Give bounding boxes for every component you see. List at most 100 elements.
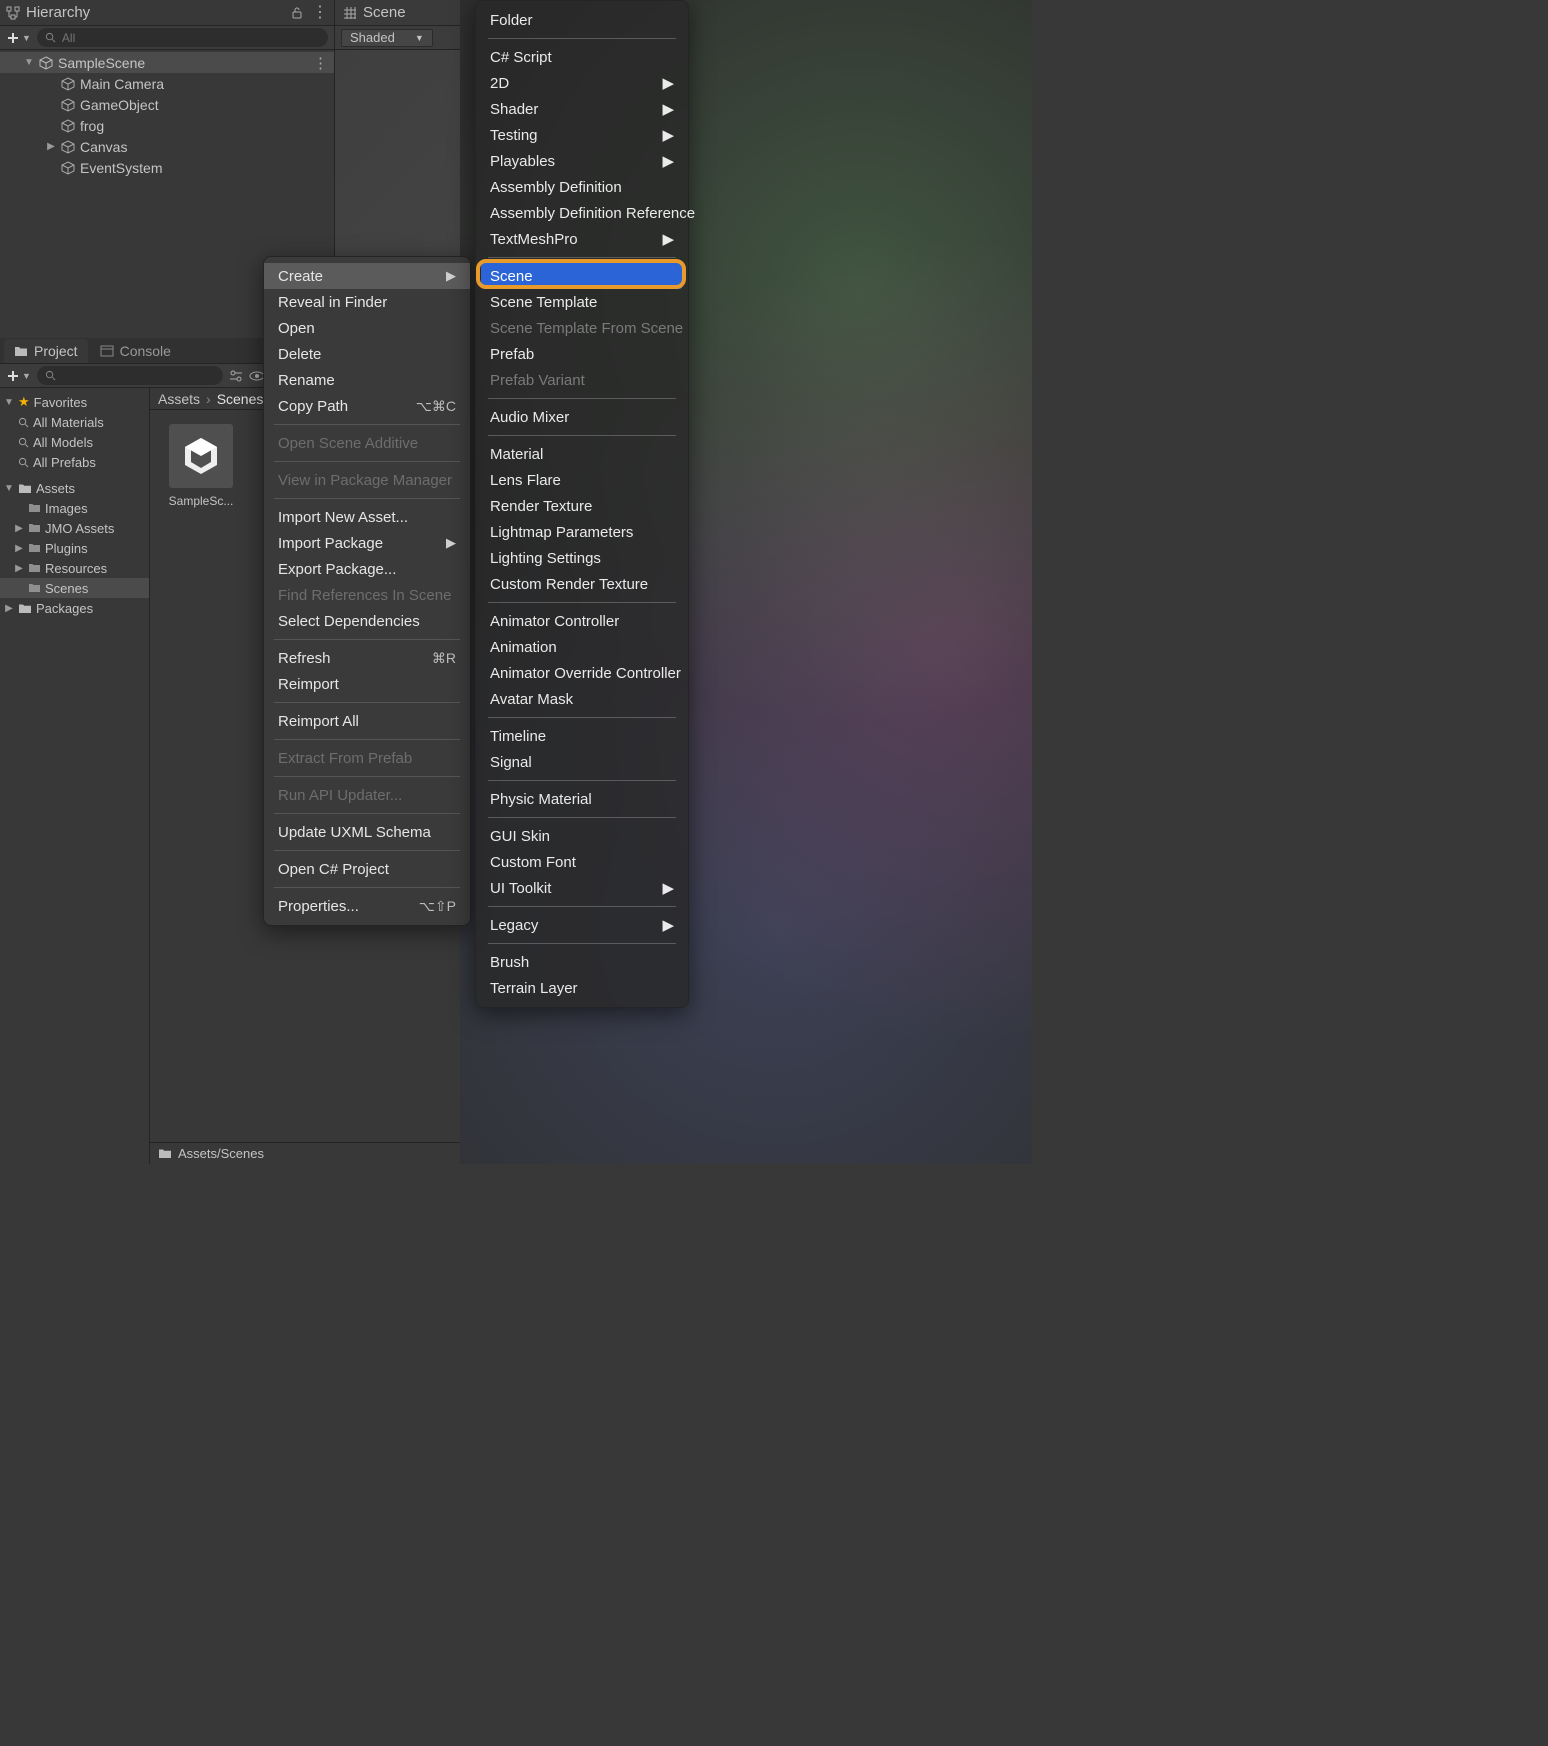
submenu-item[interactable]: Prefab	[476, 341, 688, 367]
menu-item[interactable]: Reimport All	[264, 708, 470, 734]
hierarchy-search[interactable]	[37, 28, 328, 47]
favorite-item[interactable]: All Models	[0, 432, 149, 452]
shading-mode-label: Shaded	[350, 30, 395, 45]
project-add-button[interactable]: ▼	[6, 369, 31, 383]
expand-caret-icon[interactable]: ▶	[14, 523, 24, 534]
favorites-row[interactable]: ▼ ★ Favorites	[0, 392, 149, 412]
submenu-item-label: Testing	[490, 127, 538, 144]
submenu-item[interactable]: Material	[476, 441, 688, 467]
menu-item[interactable]: Rename	[264, 367, 470, 393]
submenu-item-label: GUI Skin	[490, 828, 550, 845]
asset-folder-item[interactable]: Scenes	[0, 578, 149, 598]
expand-caret-icon[interactable]: ▼	[4, 483, 14, 494]
menu-item[interactable]: Properties...⌥⇧P	[264, 893, 470, 919]
submenu-item[interactable]: UI Toolkit▶	[476, 875, 688, 901]
submenu-item[interactable]: Animator Controller	[476, 608, 688, 634]
submenu-item[interactable]: Folder	[476, 7, 688, 33]
submenu-item[interactable]: Animation	[476, 634, 688, 660]
submenu-item[interactable]: Playables▶	[476, 148, 688, 174]
menu-item[interactable]: Update UXML Schema	[264, 819, 470, 845]
submenu-item[interactable]: Scene	[481, 263, 683, 289]
expand-caret-icon[interactable]: ▶	[14, 543, 24, 554]
project-search-input[interactable]	[62, 369, 215, 383]
submenu-item[interactable]: Render Texture	[476, 493, 688, 519]
submenu-item[interactable]: Brush	[476, 949, 688, 975]
submenu-item[interactable]: 2D▶	[476, 70, 688, 96]
hierarchy-toolbar: ▼	[0, 26, 334, 50]
submenu-item[interactable]: Scene Template	[476, 289, 688, 315]
asset-item-scene[interactable]: SampleSc...	[164, 424, 238, 508]
submenu-item[interactable]: Avatar Mask	[476, 686, 688, 712]
expand-caret-icon[interactable]: ▶	[14, 563, 24, 574]
favorite-item[interactable]: All Prefabs	[0, 452, 149, 472]
chevron-right-icon: ▶	[662, 152, 674, 170]
project-search[interactable]	[37, 366, 223, 385]
hierarchy-item[interactable]: ▶Canvas	[0, 136, 334, 157]
submenu-item[interactable]: C# Script	[476, 44, 688, 70]
menu-item[interactable]: Open	[264, 315, 470, 341]
breadcrumb-root[interactable]: Assets	[158, 391, 200, 407]
hierarchy-search-input[interactable]	[62, 31, 320, 45]
menu-item[interactable]: Import Package▶	[264, 530, 470, 556]
tab-console[interactable]: Console	[90, 339, 181, 363]
expand-caret-icon[interactable]: ▼	[24, 57, 34, 68]
separator	[488, 602, 676, 603]
asset-folder-item[interactable]: ▶JMO Assets	[0, 518, 149, 538]
menu-item: Open Scene Additive	[264, 430, 470, 456]
submenu-item[interactable]: Animator Override Controller	[476, 660, 688, 686]
menu-item[interactable]: Reveal in Finder	[264, 289, 470, 315]
shading-mode-dropdown[interactable]: Shaded ▼	[341, 29, 433, 47]
asset-folder-item[interactable]: ▶Resources	[0, 558, 149, 578]
submenu-item[interactable]: Custom Render Texture	[476, 571, 688, 597]
submenu-item[interactable]: Legacy▶	[476, 912, 688, 938]
menu-item[interactable]: Import New Asset...	[264, 504, 470, 530]
unlock-icon[interactable]	[290, 6, 304, 20]
asset-folder-item[interactable]: Images	[0, 498, 149, 518]
menu-item[interactable]: Create▶	[264, 263, 470, 289]
submenu-item[interactable]: Physic Material	[476, 786, 688, 812]
hierarchy-tab[interactable]: Hierarchy	[6, 4, 90, 21]
hierarchy-item[interactable]: GameObject	[0, 94, 334, 115]
hierarchy-item[interactable]: EventSystem	[0, 157, 334, 178]
menu-item[interactable]: Reimport	[264, 671, 470, 697]
menu-item[interactable]: Copy Path⌥⌘C	[264, 393, 470, 419]
submenu-item[interactable]: Shader▶	[476, 96, 688, 122]
add-button[interactable]: ▼	[6, 31, 31, 45]
menu-item[interactable]: Delete	[264, 341, 470, 367]
scene-tab-label[interactable]: Scene	[363, 4, 406, 21]
packages-row[interactable]: ▶ Packages	[0, 598, 149, 618]
submenu-item[interactable]: Testing▶	[476, 122, 688, 148]
submenu-item[interactable]: Lens Flare	[476, 467, 688, 493]
expand-caret-icon[interactable]: ▼	[4, 397, 14, 408]
submenu-item-label: Avatar Mask	[490, 691, 573, 708]
kebab-icon[interactable]: ⋮	[313, 54, 334, 72]
submenu-item[interactable]: Assembly Definition	[476, 174, 688, 200]
expand-caret-icon[interactable]: ▶	[4, 603, 14, 614]
submenu-item[interactable]: TextMeshPro▶	[476, 226, 688, 252]
scene-root-row[interactable]: ▼ SampleScene ⋮	[0, 52, 334, 73]
menu-item[interactable]: Refresh⌘R	[264, 645, 470, 671]
submenu-item[interactable]: Audio Mixer	[476, 404, 688, 430]
breadcrumb-current[interactable]: Scenes	[217, 391, 264, 407]
submenu-item[interactable]: Terrain Layer	[476, 975, 688, 1001]
menu-item[interactable]: Open C# Project	[264, 856, 470, 882]
asset-folder-item[interactable]: ▶Plugins	[0, 538, 149, 558]
favorite-item[interactable]: All Materials	[0, 412, 149, 432]
submenu-item[interactable]: Signal	[476, 749, 688, 775]
submenu-item[interactable]: Assembly Definition Reference	[476, 200, 688, 226]
separator	[488, 817, 676, 818]
submenu-item[interactable]: Lighting Settings	[476, 545, 688, 571]
menu-item[interactable]: Export Package...	[264, 556, 470, 582]
kebab-icon[interactable]: ⋮	[312, 5, 328, 21]
hierarchy-item[interactable]: Main Camera	[0, 73, 334, 94]
tab-project[interactable]: Project	[4, 339, 88, 363]
submenu-item[interactable]: Custom Font	[476, 849, 688, 875]
filter-icon[interactable]	[229, 369, 243, 383]
submenu-item[interactable]: Timeline	[476, 723, 688, 749]
submenu-item[interactable]: Lightmap Parameters	[476, 519, 688, 545]
expand-caret-icon[interactable]: ▶	[46, 141, 56, 152]
hierarchy-item[interactable]: frog	[0, 115, 334, 136]
submenu-item[interactable]: GUI Skin	[476, 823, 688, 849]
assets-row[interactable]: ▼ Assets	[0, 478, 149, 498]
menu-item[interactable]: Select Dependencies	[264, 608, 470, 634]
